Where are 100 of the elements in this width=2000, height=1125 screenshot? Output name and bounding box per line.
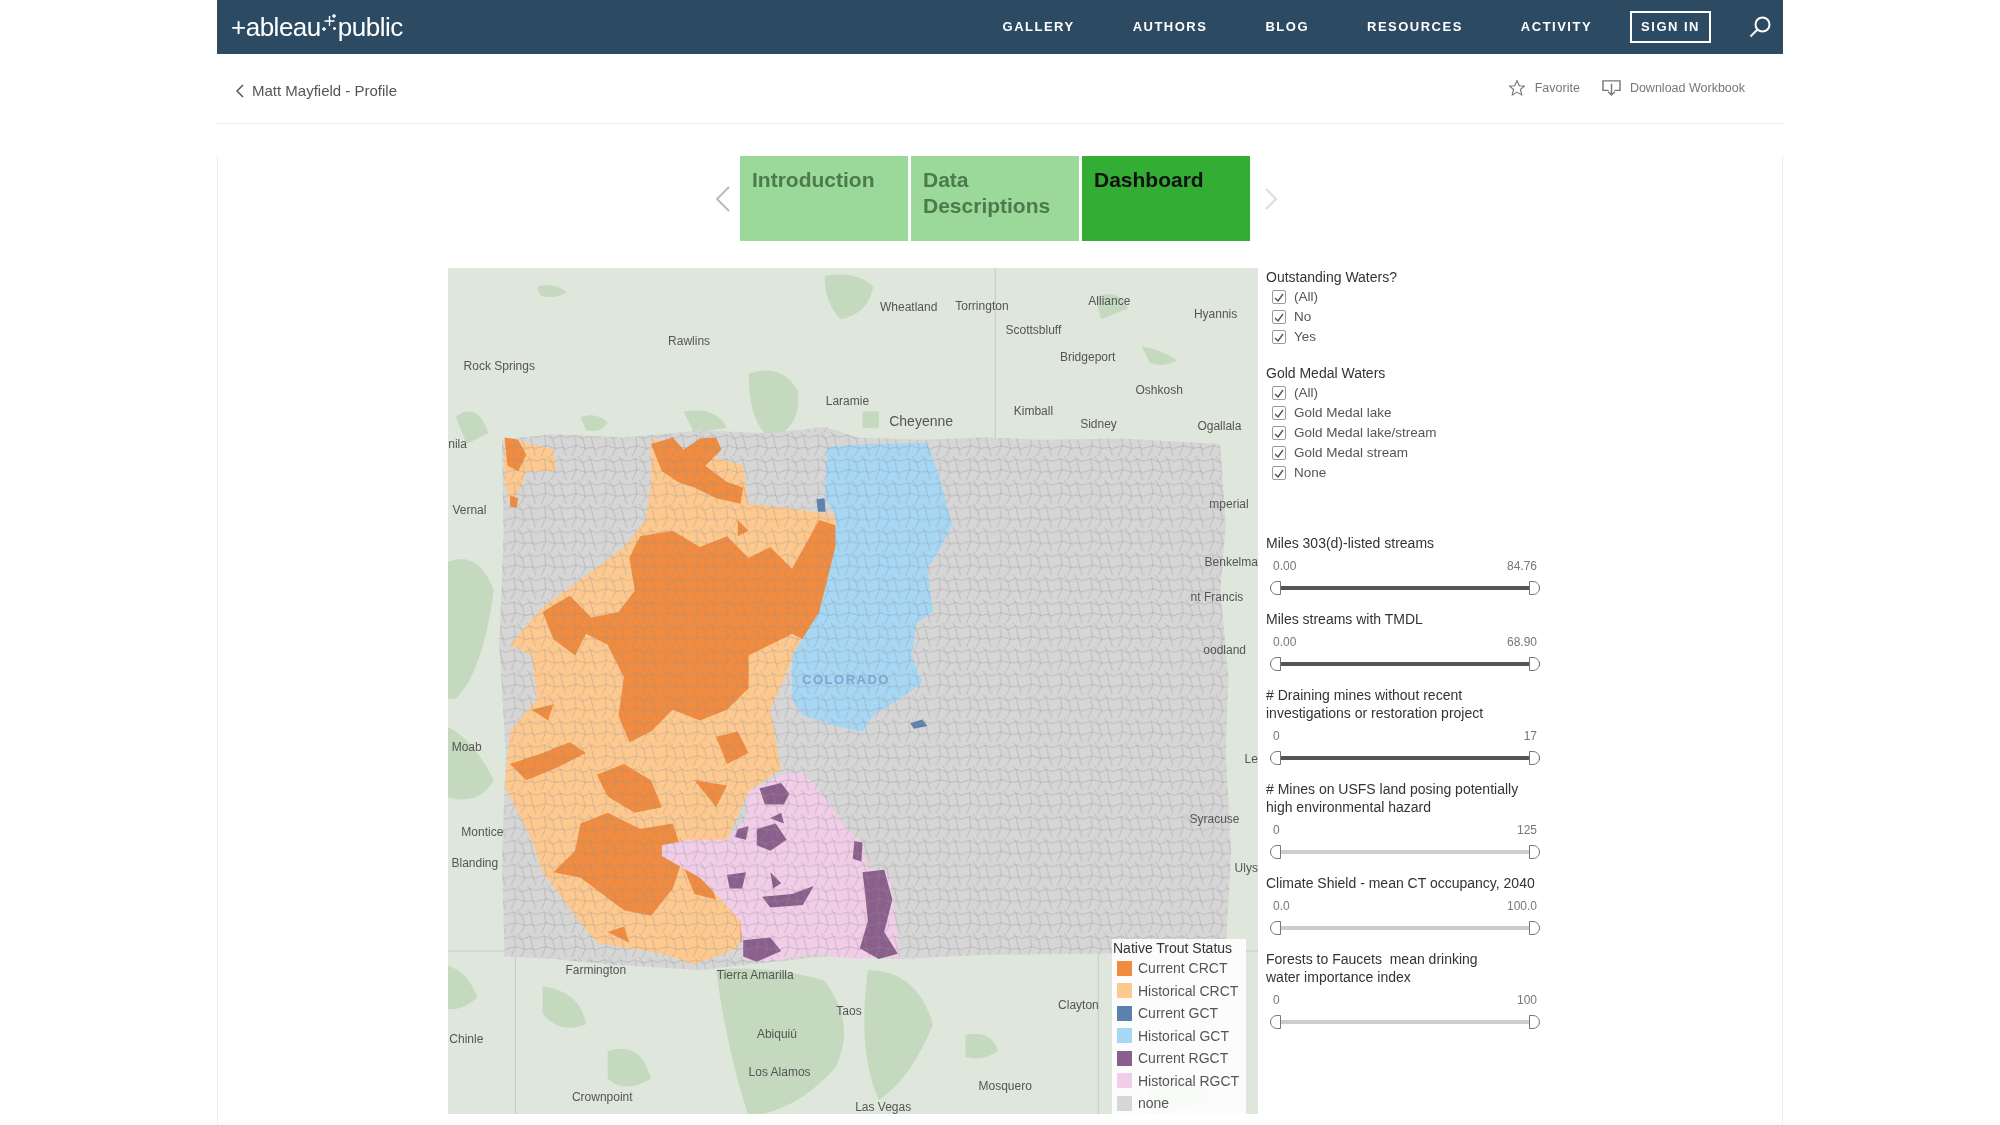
- range-min-value: 0: [1273, 992, 1280, 1008]
- place-label: Le: [1244, 751, 1258, 766]
- legend-label: Historical RGCT: [1138, 1071, 1240, 1090]
- slider-handle[interactable]: [1270, 921, 1281, 935]
- place-label: Benkelma: [1204, 555, 1258, 570]
- checkbox-label[interactable]: Gold Medal lake: [1294, 404, 1392, 422]
- slider-handle[interactable]: [1270, 845, 1281, 859]
- place-label: nila: [448, 436, 467, 451]
- slider-handle[interactable]: [1270, 751, 1281, 765]
- range-min-value: 0.0: [1273, 898, 1290, 914]
- place-label: Los Alamos: [748, 1064, 811, 1079]
- place-label: Vernal: [452, 503, 487, 518]
- range-min-value: 0.00: [1273, 634, 1297, 650]
- range-filter-title: # Draining mines without recent investigations or restoration project: [1266, 686, 1485, 722]
- place-label: Sidney: [1080, 416, 1117, 431]
- range-filter-title: Climate Shield - mean CT occupancy, 2040: [1266, 874, 1536, 892]
- place-label: Rawlins: [668, 333, 711, 348]
- place-label: Chinle: [449, 1032, 484, 1047]
- checkbox-label[interactable]: (All): [1294, 384, 1318, 402]
- nav-link[interactable]: RESOURCES: [1367, 19, 1463, 35]
- range-min-value: 0: [1273, 822, 1280, 838]
- sign-in-button[interactable]: SIGN IN: [1630, 11, 1711, 43]
- nav-link[interactable]: ACTIVITY: [1520, 19, 1593, 35]
- download-icon: [1601, 78, 1621, 97]
- slider-handle[interactable]: [1529, 657, 1540, 671]
- place-label: Montice: [461, 825, 504, 840]
- checkbox-label[interactable]: Gold Medal lake/stream: [1294, 424, 1437, 442]
- slider-handle[interactable]: [1270, 1015, 1281, 1029]
- checkbox[interactable]: [1272, 386, 1286, 400]
- sparkle-icon: [321, 14, 337, 32]
- checkbox[interactable]: [1272, 310, 1286, 324]
- checkbox-label[interactable]: Yes: [1294, 328, 1317, 346]
- filter-title: Outstanding Waters?: [1266, 268, 1398, 286]
- place-label: Cheyenne: [889, 414, 954, 429]
- legend-title: Native Trout Status: [1113, 939, 1234, 957]
- place-label: Moab: [451, 739, 482, 754]
- place-label: Kimball: [1013, 404, 1054, 419]
- nav-link[interactable]: GALLERY: [1002, 19, 1075, 35]
- range-filter-title: # Mines on USFS land posing potentially high environmental hazard: [1266, 780, 1520, 816]
- place-label: Oshkosh: [1135, 382, 1183, 397]
- range-max-value: 17: [1523, 728, 1537, 744]
- place-label: Alliance: [1088, 294, 1131, 309]
- legend-label: Current RGCT: [1138, 1049, 1229, 1068]
- checkbox[interactable]: [1272, 290, 1286, 304]
- place-label: Crownpoint: [571, 1090, 633, 1105]
- range-max-value: 100.0: [1506, 898, 1537, 914]
- nav-link[interactable]: BLOG: [1265, 19, 1309, 35]
- checkbox-label[interactable]: None: [1294, 464, 1327, 482]
- story-tab[interactable]: Dashboard: [1082, 156, 1250, 241]
- legend-label: none: [1138, 1094, 1170, 1113]
- checkbox-label[interactable]: No: [1294, 308, 1312, 326]
- place-label: Rock Springs: [463, 358, 535, 373]
- slider-handle[interactable]: [1270, 657, 1281, 671]
- checkbox-label[interactable]: (All): [1294, 288, 1318, 306]
- range-filter-title: Miles streams with TMDL: [1266, 610, 1424, 628]
- place-label: Ogallala: [1197, 419, 1242, 434]
- filter-title: Gold Medal Waters: [1266, 364, 1387, 382]
- place-label: Laramie: [825, 394, 870, 409]
- back-link[interactable]: Matt Mayfield - Profile: [236, 81, 398, 100]
- slider-handle[interactable]: [1529, 581, 1540, 595]
- checkbox[interactable]: [1272, 406, 1286, 420]
- nav-link[interactable]: AUTHORS: [1132, 19, 1208, 35]
- place-label: nt Francis: [1190, 589, 1244, 604]
- place-label: Ulys: [1234, 861, 1258, 876]
- place-label: Abiquiú: [756, 1027, 797, 1041]
- range-min-value: 0.00: [1273, 558, 1297, 574]
- range-max-value: 84.76: [1506, 558, 1537, 574]
- download-button[interactable]: Download Workbook: [1601, 78, 1745, 97]
- place-label: Bridgeport: [1059, 350, 1116, 365]
- checkbox[interactable]: [1272, 330, 1286, 344]
- slider-handle[interactable]: [1270, 581, 1281, 595]
- range-max-value: 100: [1516, 992, 1537, 1008]
- place-label: Farmington: [565, 963, 627, 977]
- range-filter-title: Miles 303(d)-listed streams: [1266, 534, 1436, 552]
- place-label: Syracuse: [1189, 812, 1240, 827]
- slider-handle[interactable]: [1529, 1015, 1540, 1029]
- chevron-left-icon: [236, 83, 244, 98]
- checkbox[interactable]: [1272, 426, 1286, 440]
- range-max-value: 68.90: [1506, 634, 1537, 650]
- legend-label: Historical GCT: [1138, 1026, 1229, 1045]
- place-label: oodland: [1203, 643, 1246, 658]
- place-label: Clayton: [1058, 998, 1099, 1013]
- place-label: Las Vegas: [855, 1099, 912, 1114]
- place-label: mperial: [1209, 496, 1249, 511]
- range-max-value: 125: [1516, 822, 1537, 838]
- checkbox[interactable]: [1272, 466, 1286, 480]
- place-label: Hyannis: [1193, 306, 1238, 321]
- range-filter-title: Forests to Faucets mean drinking water importance index: [1266, 950, 1479, 986]
- checkbox[interactable]: [1272, 446, 1286, 460]
- legend-label: Current GCT: [1138, 1004, 1219, 1023]
- place-label: Torrington: [955, 299, 1009, 314]
- place-label: Scottsbluff: [1005, 323, 1062, 338]
- slider-handle[interactable]: [1529, 751, 1540, 765]
- favorite-button[interactable]: Favorite: [1507, 78, 1580, 97]
- place-label: Taos: [836, 1003, 862, 1018]
- search-icon[interactable]: [1749, 16, 1771, 38]
- site-logo[interactable]: +ableau public: [231, 12, 403, 42]
- slider-handle[interactable]: [1529, 921, 1540, 935]
- slider-handle[interactable]: [1529, 845, 1540, 859]
- checkbox-label[interactable]: Gold Medal stream: [1294, 444, 1409, 462]
